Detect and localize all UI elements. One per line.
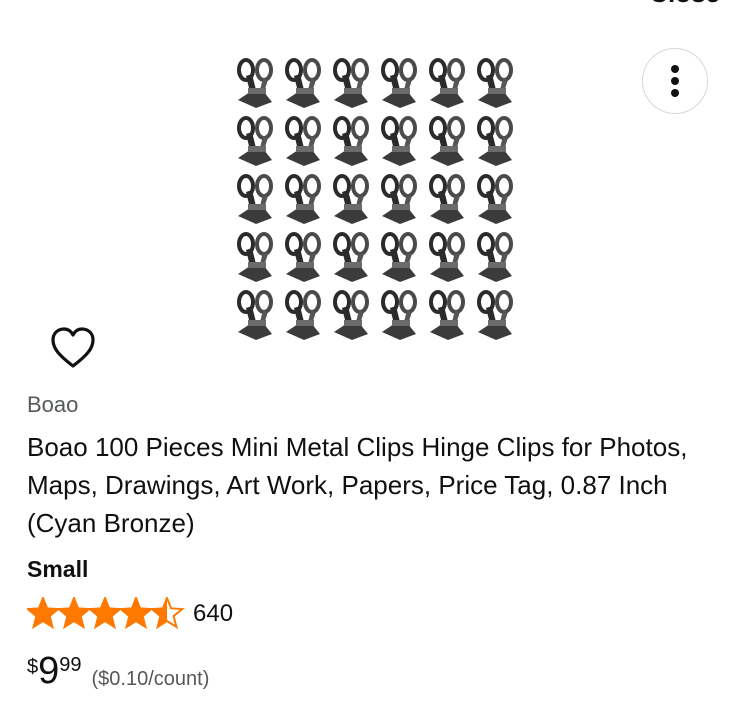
clip-graphic xyxy=(429,232,465,282)
clip-graphic xyxy=(237,58,273,108)
clip-graphic xyxy=(285,116,321,166)
clip-graphic xyxy=(429,174,465,224)
star-icon xyxy=(87,597,123,630)
clip-graphic xyxy=(381,58,417,108)
price-whole: 9 xyxy=(38,650,60,692)
rating[interactable]: 640 xyxy=(27,597,233,631)
clip-graphic xyxy=(477,116,513,166)
clip-graphic xyxy=(429,58,465,108)
clip-graphic xyxy=(333,58,369,108)
clip-graphic xyxy=(237,174,273,224)
rating-count[interactable]: 640 xyxy=(193,600,233,628)
clip-graphic xyxy=(333,232,369,282)
clip-graphic xyxy=(333,174,369,224)
close-link[interactable]: Close xyxy=(649,0,720,9)
clip-graphic xyxy=(333,116,369,166)
clip-graphic xyxy=(477,290,513,340)
clip-graphic xyxy=(381,232,417,282)
star-icon xyxy=(27,597,61,630)
clip-graphic xyxy=(333,290,369,340)
clip-graphic xyxy=(285,174,321,224)
price-symbol: $ xyxy=(27,656,39,678)
clip-graphic xyxy=(237,232,273,282)
clip-graphic xyxy=(381,116,417,166)
clip-graphic xyxy=(237,116,273,166)
star-icon xyxy=(118,597,154,630)
price-fraction: 99 xyxy=(59,654,82,676)
clip-graphic xyxy=(381,174,417,224)
price: $ 9 99 ($0.10/count) xyxy=(27,650,209,692)
product-image[interactable] xyxy=(232,56,522,342)
clip-graphic xyxy=(285,232,321,282)
price-per-unit: ($0.10/count) xyxy=(91,668,210,690)
clip-graphic xyxy=(237,290,273,340)
clip-graphic xyxy=(429,290,465,340)
size-label: Small xyxy=(27,556,89,582)
more-options-button[interactable] xyxy=(642,48,708,114)
vertical-dots-icon xyxy=(671,65,679,97)
clip-graphic xyxy=(285,58,321,108)
star-rating xyxy=(27,597,185,630)
heart-outline-icon[interactable] xyxy=(50,326,96,370)
clip-graphic xyxy=(477,174,513,224)
clip-graphic xyxy=(381,290,417,340)
star-icon xyxy=(56,597,92,630)
clip-graphic xyxy=(429,116,465,166)
clip-graphic xyxy=(285,290,321,340)
clip-graphic xyxy=(477,232,513,282)
clip-graphic xyxy=(477,58,513,108)
brand-link[interactable]: Boao xyxy=(27,392,78,418)
product-title[interactable]: Boao 100 Pieces Mini Metal Clips Hinge C… xyxy=(27,428,727,542)
